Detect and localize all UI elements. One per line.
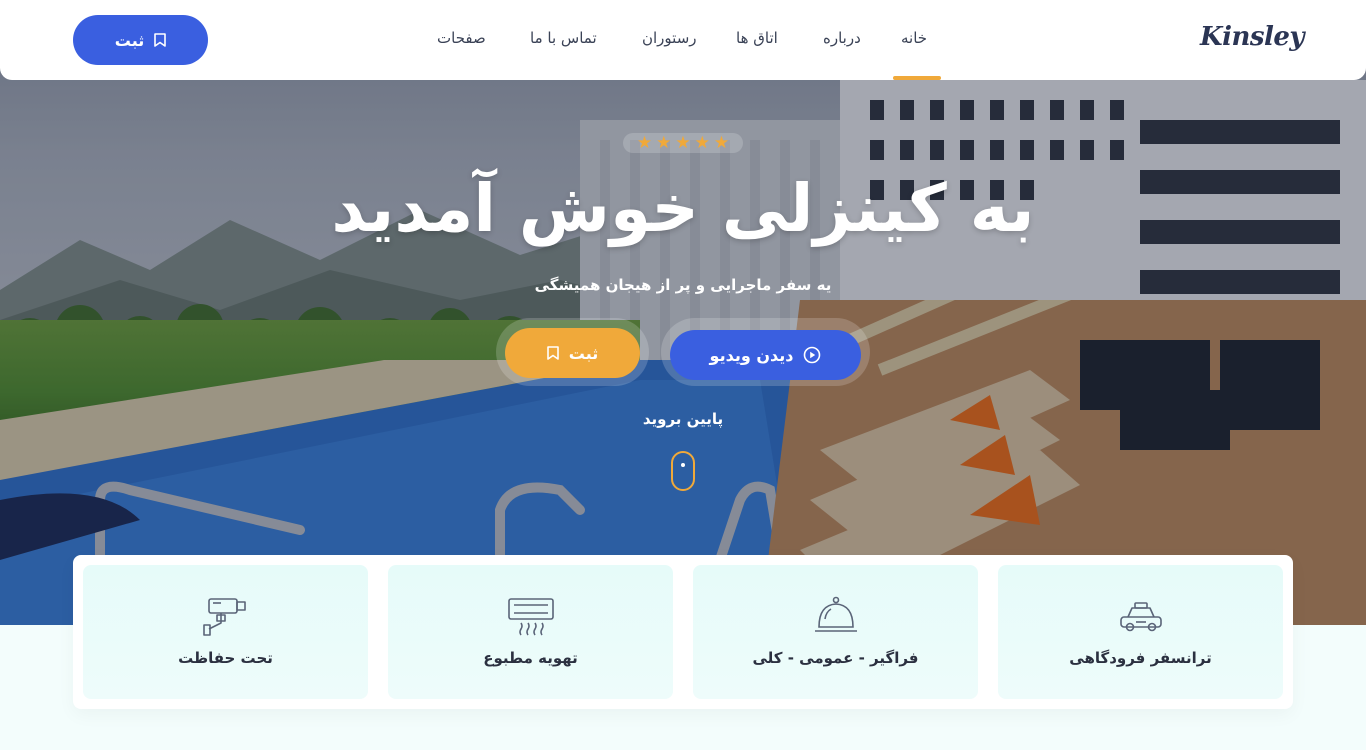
feature-card-airport-transfer[interactable]: ترانسفر فرودگاهی bbox=[998, 565, 1283, 699]
hero-overlay bbox=[0, 0, 1366, 625]
nav-item-restaurant[interactable]: رستوران bbox=[642, 29, 697, 47]
bookmark-icon bbox=[546, 346, 559, 360]
nav-active-indicator bbox=[893, 76, 941, 80]
nav-book-button[interactable]: ثبت bbox=[73, 15, 208, 65]
nav-item-pages[interactable]: صفحات bbox=[437, 29, 486, 47]
features-panel: ترانسفر فرودگاهی فراگیر - عمومی - کلی ته… bbox=[73, 555, 1293, 709]
scroll-mouse-icon[interactable] bbox=[671, 451, 695, 491]
star-icon: ★ bbox=[636, 133, 653, 153]
feature-label: فراگیر - عمومی - کلی bbox=[752, 649, 919, 667]
nav-item-rooms[interactable]: اتاق ها bbox=[736, 29, 778, 47]
star-icon: ★ bbox=[656, 133, 672, 153]
feature-label: تهویه مطبوع bbox=[483, 649, 578, 667]
security-camera-icon bbox=[202, 598, 246, 636]
feature-card-all-inclusive[interactable]: فراگیر - عمومی - کلی bbox=[693, 565, 978, 699]
watch-video-button[interactable]: دیدن ویدیو bbox=[670, 330, 861, 380]
star-icon: ★ bbox=[713, 133, 730, 153]
feature-label: تحت حفاظت bbox=[178, 649, 273, 667]
hero-book-button[interactable]: ثبت bbox=[505, 328, 640, 378]
feature-card-air-conditioning[interactable]: تهویه مطبوع bbox=[388, 565, 673, 699]
hero-title: به کینزلی خوش آمدید bbox=[331, 170, 1035, 247]
star-icon: ★ bbox=[675, 133, 691, 153]
bookmark-icon bbox=[154, 33, 167, 47]
hero-book-label: ثبت bbox=[568, 343, 599, 363]
feature-card-security[interactable]: تحت حفاظت bbox=[83, 565, 368, 699]
star-icon: ★ bbox=[694, 133, 710, 153]
hero-subtitle: یه سفر ماجرایی و پر از هیجان همیشگی bbox=[534, 276, 832, 294]
air-conditioner-icon bbox=[507, 598, 554, 636]
top-navbar: Kinsley خانه درباره اتاق ها رستوران تماس… bbox=[0, 0, 1366, 80]
taxi-icon bbox=[1119, 602, 1162, 632]
nav-item-about[interactable]: درباره bbox=[823, 29, 861, 47]
feature-label: ترانسفر فرودگاهی bbox=[1069, 649, 1212, 667]
hero-section: ★ ★ ★ ★ ★ به کینزلی خوش آمدید یه سفر ماج… bbox=[0, 0, 1366, 625]
nav-book-label: ثبت bbox=[114, 30, 145, 50]
brand-logo[interactable]: Kinsley bbox=[1200, 22, 1305, 52]
watch-video-label: دیدن ویدیو bbox=[709, 345, 794, 365]
rating-stars: ★ ★ ★ ★ ★ bbox=[623, 133, 743, 153]
scroll-down-label: پایین بروید bbox=[642, 410, 724, 428]
nav-item-contact[interactable]: تماس با ما bbox=[530, 29, 597, 47]
play-circle-icon bbox=[804, 346, 821, 364]
nav-item-home[interactable]: خانه bbox=[901, 29, 927, 47]
room-service-bell-icon bbox=[814, 596, 857, 632]
